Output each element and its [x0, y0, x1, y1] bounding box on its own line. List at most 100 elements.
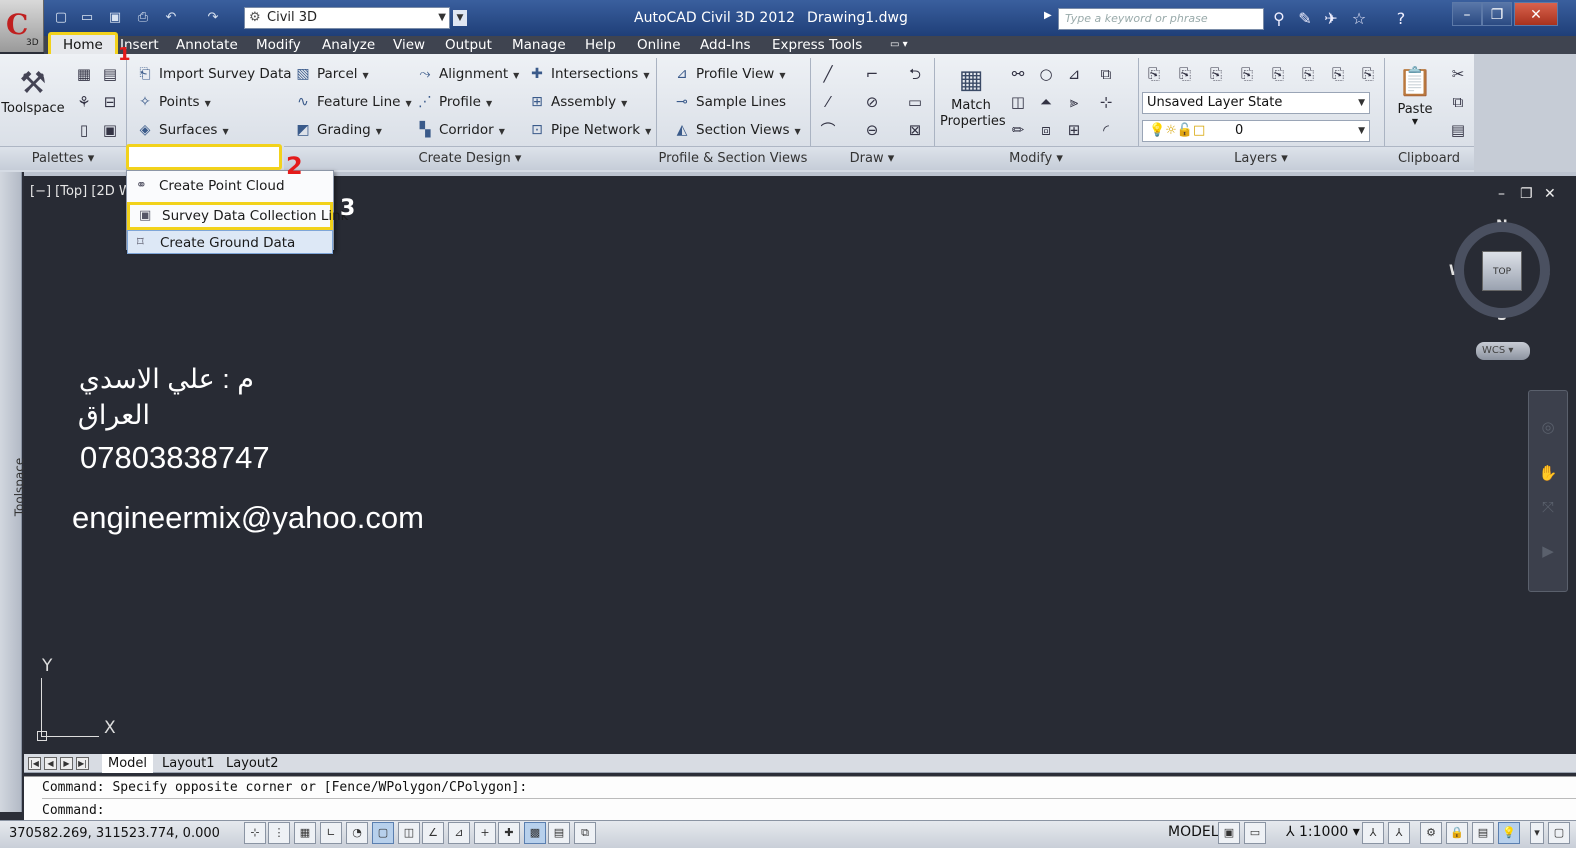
panel-title-draw[interactable]: Draw ▾ — [810, 146, 934, 170]
layer-properties-icon[interactable]: ⎘ — [1142, 62, 1166, 86]
steering-wheel-icon[interactable]: ◎ — [1536, 415, 1560, 439]
mirror-icon[interactable]: ⫸ — [1062, 90, 1086, 114]
search-input[interactable]: Type a keyword or phrase — [1058, 8, 1264, 30]
layer-freeze-icon[interactable]: ⎘ — [1296, 62, 1320, 86]
ellipse-icon[interactable]: ⊖ — [860, 118, 884, 142]
prev-tab-icon[interactable]: ◀ — [44, 757, 57, 770]
zoom-icon[interactable]: ⤧ — [1536, 495, 1560, 519]
array-icon[interactable]: ⊞ — [1062, 118, 1086, 142]
lineweight-icon[interactable]: ✚ — [498, 822, 520, 844]
first-tab-icon[interactable]: |◀ — [28, 757, 41, 770]
tab-modify[interactable]: Modify — [256, 36, 301, 54]
tab-model[interactable]: Model — [102, 754, 154, 773]
layer-match-icon[interactable]: ⎘ — [1173, 62, 1197, 86]
polar-tracking-icon[interactable]: ◔ — [346, 822, 368, 844]
quick-properties-icon[interactable]: ▤ — [548, 822, 570, 844]
search-expand-icon[interactable]: ▶ — [1044, 10, 1052, 21]
tab-manage[interactable]: Manage — [512, 36, 566, 54]
alignment-button[interactable]: ⤳ Alignment ▼ — [416, 62, 519, 86]
infer-constraints-icon[interactable]: ⊹ — [244, 822, 266, 844]
properties-palette-icon[interactable]: ▯ — [72, 118, 96, 142]
prospector-icon[interactable]: ▦ — [72, 62, 96, 86]
open-file-icon[interactable]: ▭ — [78, 9, 96, 27]
object-snap-tracking-icon[interactable]: ∠ — [422, 822, 444, 844]
ribbon-minimize-icon[interactable]: ▭ ▾ — [890, 36, 908, 54]
cut-icon[interactable]: ✂ — [1446, 62, 1470, 86]
import-survey-data-button[interactable]: ⎗ Import Survey Data — [136, 62, 291, 86]
arc-icon[interactable]: ⌒ — [816, 118, 840, 142]
annotation-scale-select[interactable]: ⅄ 1:1000 ▾ — [1286, 824, 1360, 840]
snap-mode-icon[interactable]: ⋮ — [268, 822, 290, 844]
profile-view-button[interactable]: ⊿ Profile View ▼ — [673, 62, 785, 86]
viewcube-compass[interactable] — [1454, 222, 1550, 318]
next-tab-icon[interactable]: ▶ — [60, 757, 73, 770]
panel-title-create-design[interactable]: Create Design ▾ — [284, 146, 656, 170]
copy-icon[interactable]: ⧉ — [1094, 62, 1118, 86]
layer-isolate-icon[interactable]: ⎘ — [1235, 62, 1259, 86]
help-icon[interactable]: ? — [1390, 8, 1412, 30]
rectangle-icon[interactable]: ▭ — [903, 90, 927, 114]
clean-screen-icon[interactable]: ▢ — [1548, 822, 1570, 844]
tab-help[interactable]: Help — [585, 36, 616, 54]
layer-lock-icon[interactable]: ⎘ — [1356, 62, 1380, 86]
layer-state-select[interactable]: Unsaved Layer State ▼ — [1142, 92, 1370, 114]
save-icon[interactable]: ▣ — [106, 9, 124, 27]
close-window-button[interactable]: ✕ — [1514, 2, 1558, 26]
workspace-select[interactable]: ⚙ Civil 3D ▼ — [244, 7, 450, 29]
profile-button[interactable]: ⋰ Profile ▼ — [416, 90, 492, 114]
tab-layout2[interactable]: Layout2 — [220, 754, 284, 773]
extend-icon[interactable]: ⊹ — [1094, 90, 1118, 114]
quick-view-layouts-icon[interactable]: ▣ — [1218, 822, 1240, 844]
minimize-window-button[interactable]: – — [1452, 2, 1482, 26]
new-file-icon[interactable]: ▢ — [52, 9, 70, 27]
hardware-acceleration-icon[interactable]: ▤ — [1472, 822, 1494, 844]
sample-lines-button[interactable]: ⊸ Sample Lines — [673, 90, 786, 114]
tab-analyze[interactable]: Analyze — [322, 36, 375, 54]
model-space-toggle[interactable]: MODEL — [1168, 824, 1219, 840]
surfaces-button[interactable]: ◈ Surfaces ▼ — [136, 118, 229, 142]
auto-scale-icon[interactable]: ⅄ — [1388, 822, 1410, 844]
3d-object-snap-icon[interactable]: ◫ — [398, 822, 420, 844]
communication-center-icon[interactable]: ✈ — [1320, 8, 1342, 30]
erase-brush-icon[interactable]: ✏ — [1006, 118, 1030, 142]
status-menu-icon[interactable]: ▾ — [1530, 822, 1544, 844]
last-tab-icon[interactable]: ▶| — [76, 757, 89, 770]
layer-select[interactable]: 💡☼🔓□ 0 ▼ — [1142, 120, 1370, 142]
quick-access-more-button[interactable]: ▼ — [453, 10, 467, 26]
corridor-button[interactable]: ▚ Corridor ▼ — [416, 118, 505, 142]
line-icon[interactable]: ╱ — [816, 62, 840, 86]
fillet-icon[interactable]: ◜ — [1094, 118, 1118, 142]
redo-icon[interactable]: ↷ — [204, 9, 222, 27]
tab-output[interactable]: Output — [445, 36, 492, 54]
assembly-button[interactable]: ⊞ Assembly ▼ — [528, 90, 627, 114]
favorites-star-icon[interactable]: ☆ — [1348, 8, 1370, 30]
menu-item-create-ground-data[interactable]: ⌑ Create Ground Data — [127, 230, 333, 254]
intersections-button[interactable]: ✚ Intersections ▼ — [528, 62, 649, 86]
coordinates-readout[interactable]: 370582.269, 311523.774, 0.000 — [9, 826, 220, 841]
binoculars-icon[interactable]: ⚲ — [1268, 8, 1290, 30]
viewport-restore-icon[interactable]: ❐ — [1520, 186, 1533, 202]
grading-button[interactable]: ◩ Grading ▼ — [294, 118, 382, 142]
panel-title-profile-section-views[interactable]: Profile & Section Views — [656, 146, 810, 170]
panel-title-clipboard[interactable]: Clipboard — [1384, 146, 1474, 170]
selection-cycling-icon[interactable]: ⧉ — [574, 822, 596, 844]
ortho-mode-icon[interactable]: ∟ — [320, 822, 342, 844]
viewport-controls-label[interactable]: [−] [Top] [2D W — [30, 184, 132, 199]
circle-icon[interactable]: ⊘ — [860, 90, 884, 114]
toolspace-button[interactable]: ⚒ Toolspace — [0, 60, 66, 144]
layer-unisolate-icon[interactable]: ⎘ — [1266, 62, 1290, 86]
tab-layout1[interactable]: Layout1 — [156, 754, 220, 773]
tool-palette-icon[interactable]: ▣ — [98, 118, 122, 142]
hatch-icon[interactable]: ⊠ — [903, 118, 927, 142]
wcs-menu[interactable]: WCS ▾ — [1476, 342, 1530, 360]
panel-title-modify[interactable]: Modify ▾ — [934, 146, 1138, 170]
tab-view[interactable]: View — [393, 36, 425, 54]
parcel-button[interactable]: ▧ Parcel ▼ — [294, 62, 368, 86]
match-properties-button[interactable]: ▦ Match Properties — [940, 62, 1006, 144]
paste-button[interactable]: 📋 Paste ▼ — [1392, 62, 1438, 142]
section-views-button[interactable]: ◭ Section Views ▼ — [673, 118, 801, 142]
tab-express-tools[interactable]: Express Tools — [772, 36, 862, 54]
menu-item-survey-data-collection-link[interactable]: ▣ Survey Data Collection Link — [127, 202, 349, 230]
grid-display-icon[interactable]: ▦ — [294, 822, 316, 844]
array-3d-icon[interactable]: ⧈ — [1034, 118, 1058, 142]
